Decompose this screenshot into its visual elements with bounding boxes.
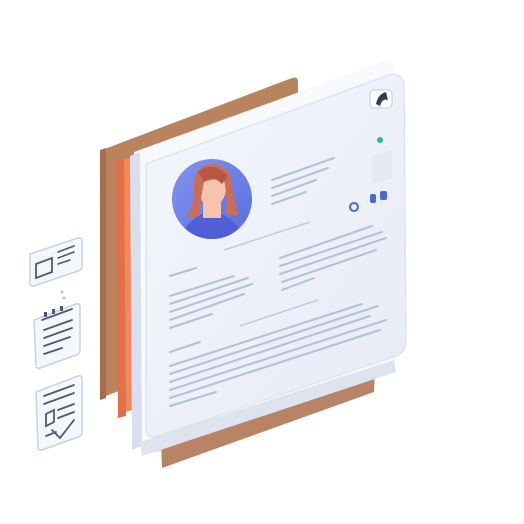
- message-card-icon: [29, 237, 83, 287]
- corner-badge-icon: [369, 89, 393, 109]
- card-side: [130, 152, 142, 450]
- notepad-icon: [33, 303, 81, 369]
- side-column: [372, 150, 392, 184]
- contact-icon-3: [380, 191, 387, 200]
- resume-illustration: [29, 61, 407, 468]
- document-list-icon: [35, 375, 83, 451]
- status-dot: [377, 137, 383, 143]
- contact-icon-2: [370, 194, 376, 203]
- connector-dots: [60, 290, 66, 300]
- back-panel-edge: [100, 148, 106, 400]
